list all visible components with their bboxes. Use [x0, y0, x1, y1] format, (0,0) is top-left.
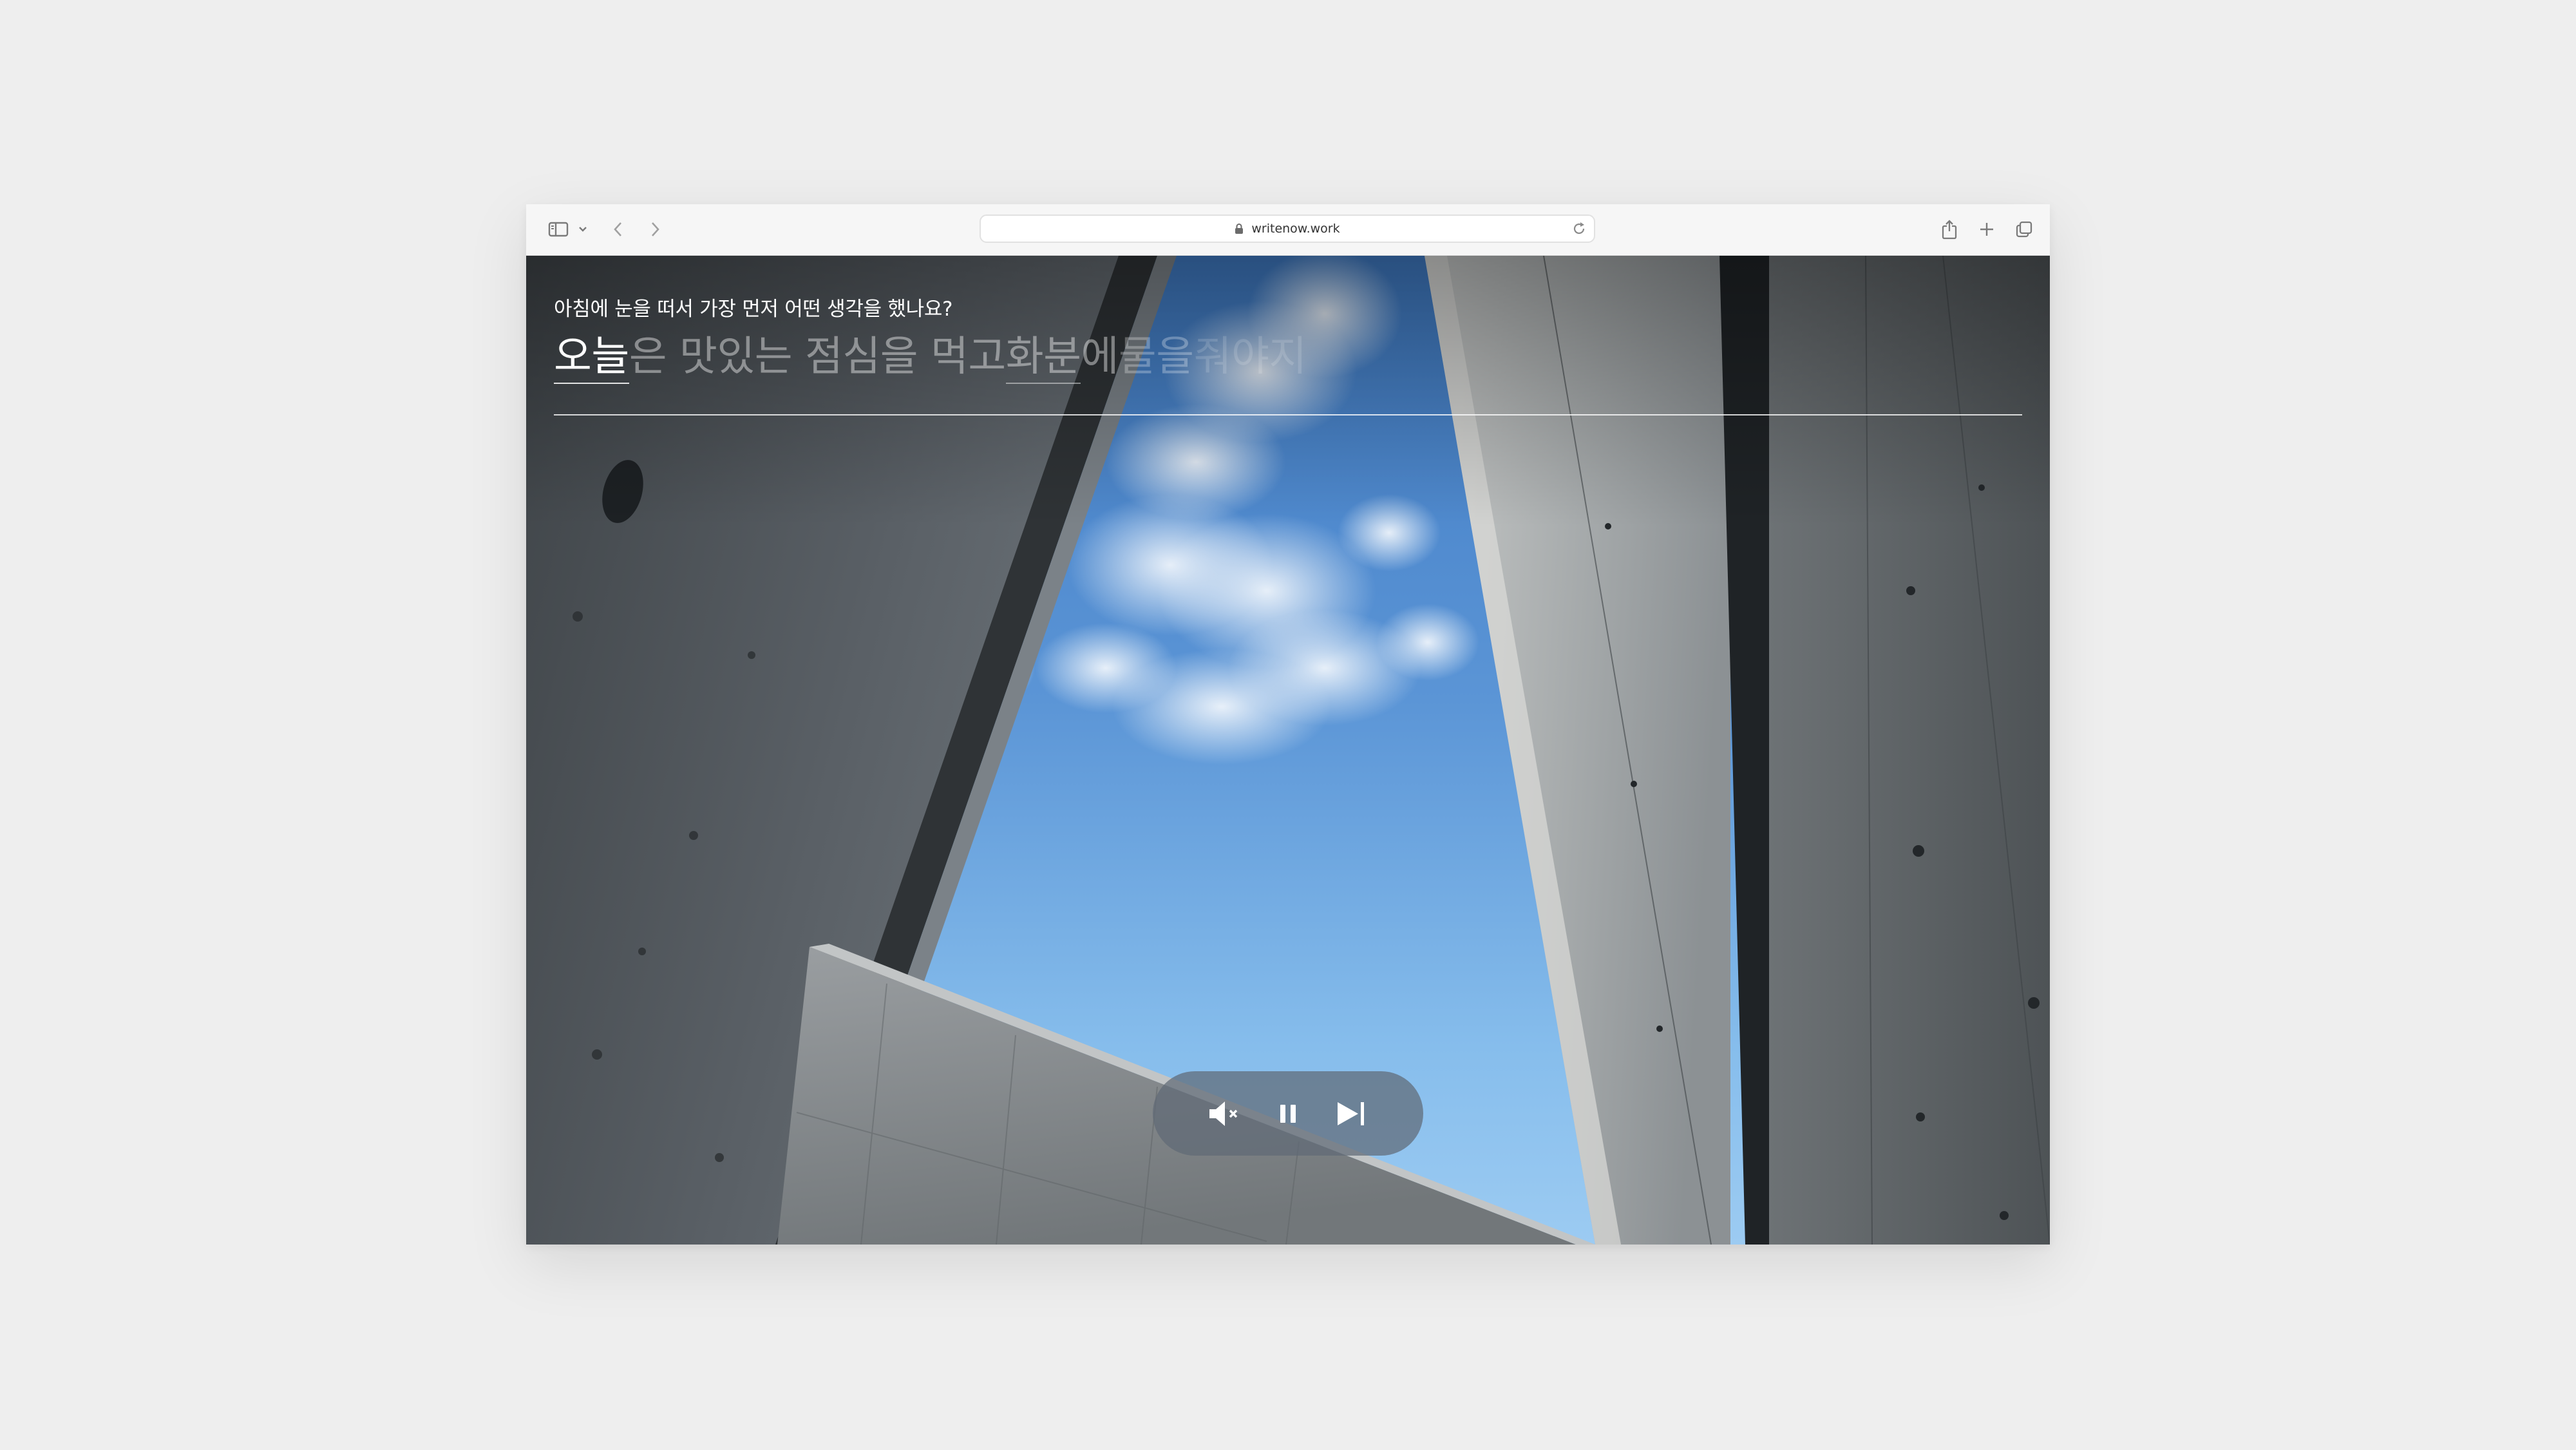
question-text: 아침에 눈을 떠서 가장 먼저 어떤 생각을 했나요?: [554, 298, 953, 321]
sidebar-icon[interactable]: [545, 216, 571, 243]
browser-toolbar: writenow.work: [526, 204, 2050, 256]
input-underline: [554, 414, 2022, 415]
fading-text-2: 줘야지: [1193, 333, 1307, 381]
typed-text: 오늘: [554, 331, 629, 384]
pause-button[interactable]: [1270, 1096, 1306, 1132]
forward-button[interactable]: [645, 216, 665, 243]
share-icon[interactable]: [1937, 216, 1962, 243]
mute-button[interactable]: [1207, 1096, 1243, 1132]
remaining-text-2: 에: [1081, 333, 1119, 381]
reload-icon[interactable]: [1572, 222, 1586, 238]
speaker-muted-icon: [1209, 1102, 1238, 1126]
address-text-group: writenow.work: [981, 216, 1594, 242]
browser-window: writenow.work 아침에 눈을 떠서 가장 먼저 어떤 생각을 했나요…: [526, 204, 2050, 1245]
tab-overview-icon[interactable]: [2011, 216, 2037, 243]
chevron-down-icon[interactable]: [576, 216, 589, 243]
writing-input[interactable]: 오늘은 맛있는 점심을 먹고 화분에 물을 줘야지: [554, 331, 1307, 384]
lock-icon: [1235, 224, 1244, 234]
fading-text-1: 물을: [1118, 333, 1194, 381]
url-text: writenow.work: [1251, 222, 1340, 236]
chevron-left-icon: [614, 222, 621, 236]
address-bar[interactable]: writenow.work: [980, 215, 1595, 243]
chevron-right-icon: [652, 222, 659, 236]
skip-forward-icon: [1338, 1102, 1364, 1125]
skip-button[interactable]: [1333, 1096, 1369, 1132]
back-button[interactable]: [609, 216, 628, 243]
player-controls-pill: [1153, 1071, 1423, 1156]
pause-icon: [1280, 1105, 1296, 1123]
plus-icon[interactable]: [1974, 216, 2000, 243]
remaining-text-1: 은 맛있는 점심을 먹고: [629, 333, 1006, 381]
remaining-text-marked: 화분: [1005, 331, 1081, 384]
